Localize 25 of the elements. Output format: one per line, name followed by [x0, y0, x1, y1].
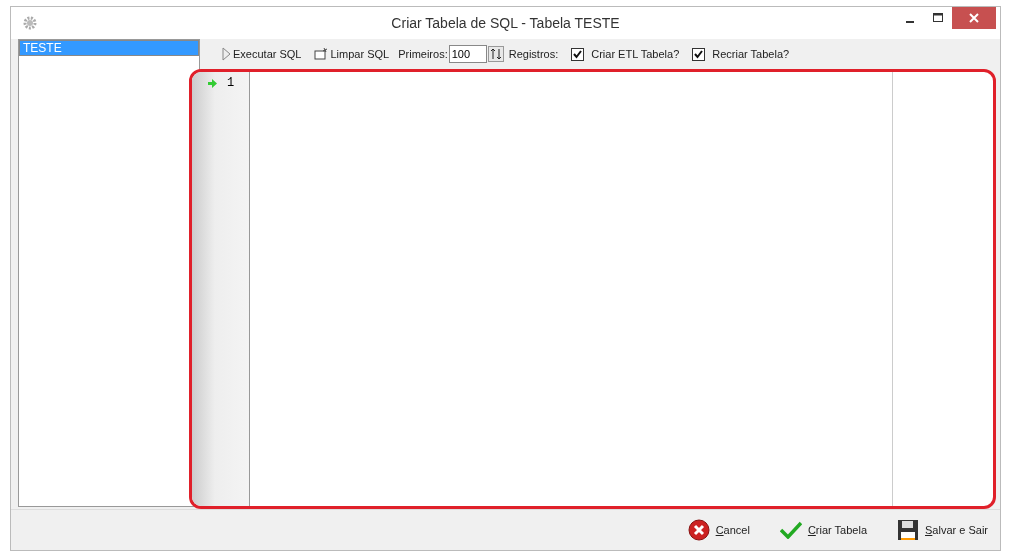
execute-sql-button[interactable]: Executar SQL: [218, 47, 306, 61]
gear-icon: [23, 16, 37, 30]
option-checkbox[interactable]: Criar ETL Tabela?: [571, 47, 680, 61]
checkbox[interactable]: [692, 47, 706, 61]
minimize-icon: [906, 21, 914, 23]
close-button[interactable]: [952, 7, 996, 29]
spinner-arrows-icon[interactable]: [487, 46, 504, 62]
play-icon: [222, 47, 231, 61]
sql-editor[interactable]: 1: [189, 69, 996, 509]
line-number: 1: [227, 76, 235, 90]
records-label: Registros:: [508, 48, 559, 60]
cancel-icon: [687, 519, 710, 541]
maximize-icon: [933, 13, 943, 23]
clear-document-icon: [314, 48, 329, 60]
option-checkbox[interactable]: Recriar Tabela?: [692, 47, 790, 61]
checkbox[interactable]: [571, 47, 585, 61]
window-title: Criar Tabela de SQL - Tabela TESTE: [391, 15, 620, 31]
first-rows-field[interactable]: 100: [448, 45, 487, 63]
save-button[interactable]: Salvar e Sair: [897, 519, 988, 541]
first-label: Primeiros:: [398, 48, 448, 60]
create-button[interactable]: Criar Tabela: [779, 521, 867, 539]
clear-sql-button[interactable]: Limpar SQL: [310, 48, 394, 60]
close-icon: [969, 13, 979, 23]
cancel-button[interactable]: Cancel: [687, 519, 750, 541]
checkmark-icon: [779, 521, 802, 539]
